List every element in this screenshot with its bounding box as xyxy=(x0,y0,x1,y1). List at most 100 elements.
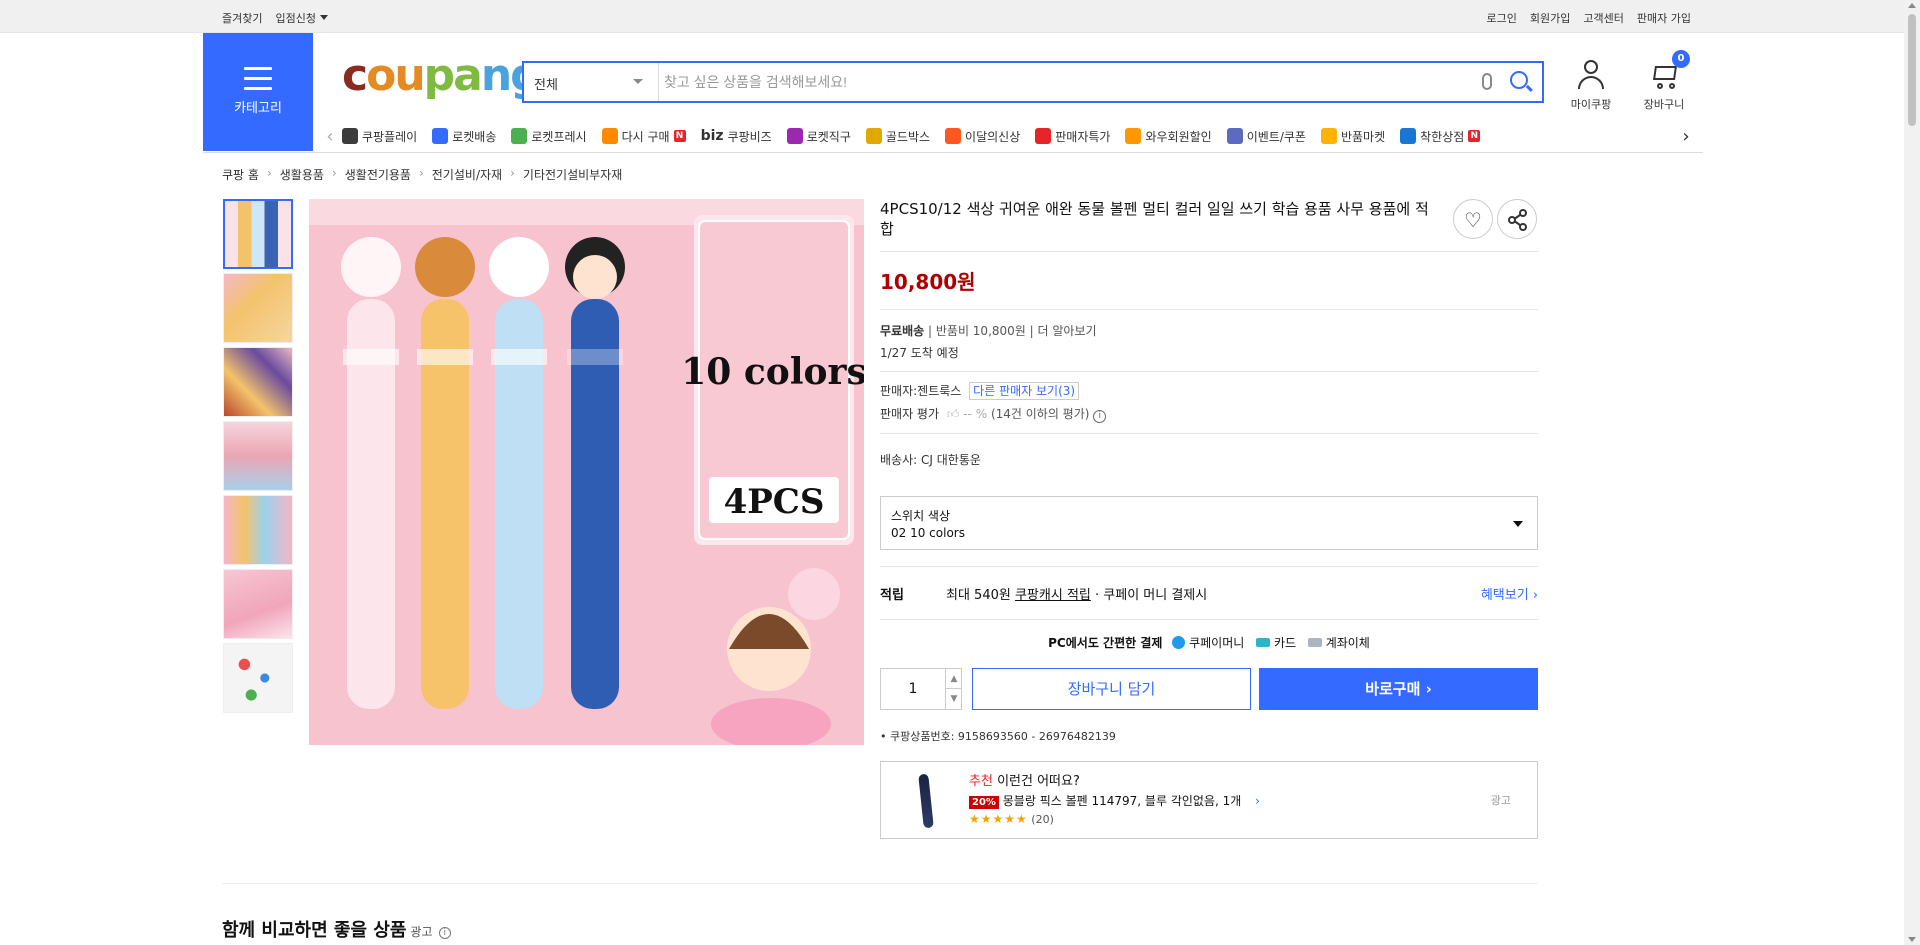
nav-next-arrow-icon[interactable]: › xyxy=(1674,126,1698,147)
coupang-logo[interactable]: coupang xyxy=(342,54,542,98)
info-icon[interactable]: i xyxy=(1093,410,1107,423)
search-icon[interactable] xyxy=(1510,71,1528,89)
rating-stars: ★★★★★ xyxy=(969,812,1028,826)
nav-item-icon xyxy=(945,128,962,144)
increase-arrow-icon[interactable]: ▲ xyxy=(945,669,962,689)
thumbnail-image[interactable] xyxy=(223,273,293,343)
customer-center-link[interactable]: 고객센터 xyxy=(1583,10,1623,26)
nav-item-label: 로켓프레시 xyxy=(531,129,587,144)
cart-label: 장바구니 xyxy=(1643,98,1685,111)
breadcrumb-item[interactable]: 생활전기용품 xyxy=(345,166,411,183)
recommend-title: 이런건 어떠요? xyxy=(997,774,1080,789)
nav-item[interactable]: 판매자특가 xyxy=(1035,128,1110,145)
card-icon xyxy=(1256,638,1271,647)
biz-icon: biz xyxy=(700,128,724,144)
divider xyxy=(880,619,1538,620)
thumbnail-image[interactable] xyxy=(223,199,293,269)
nav-item[interactable]: 이벤트/쿠폰 xyxy=(1226,128,1306,145)
nav-item[interactable]: 와우회원할인 xyxy=(1125,128,1212,145)
product-title: 4PCS10/12 색상 귀여운 애완 동물 볼펜 멀티 컬러 일일 쓰기 학습… xyxy=(880,200,1429,238)
nav-item[interactable]: 로켓직구 xyxy=(786,128,851,145)
free-shipping-label: 무료배송 xyxy=(880,324,925,338)
quantity-stepper: 1 ▲ ▼ xyxy=(880,668,962,710)
breadcrumb-item[interactable]: 전기설비/자재 xyxy=(432,166,502,183)
login-link[interactable]: 로그인 xyxy=(1487,10,1517,26)
nav-item[interactable]: 반품마켓 xyxy=(1320,128,1386,145)
nav-prev-arrow-icon[interactable]: ‹ xyxy=(318,126,342,147)
coupang-cash-link[interactable]: 쿠팡캐시 적립 xyxy=(1015,588,1091,603)
product-detail-panel: 4PCS10/12 색상 귀여운 애완 동물 볼펜 멀티 컬러 일일 쓰기 학습… xyxy=(880,199,1538,468)
thumbnail-image[interactable] xyxy=(223,347,293,417)
carrier-name: CJ 대한통운 xyxy=(921,453,981,467)
thumbnail-image[interactable] xyxy=(223,569,293,639)
decrease-arrow-icon[interactable]: ▼ xyxy=(945,689,962,709)
product-main-image[interactable]: 10 colors 4PCS xyxy=(309,199,864,745)
seller-name: 젠트룩스 xyxy=(917,384,962,398)
share-icon[interactable] xyxy=(1497,199,1537,239)
seller-signup-link[interactable]: 판매자 가입 xyxy=(1637,10,1691,26)
category-button[interactable]: 카테고리 xyxy=(203,33,313,151)
microphone-icon[interactable] xyxy=(1482,73,1492,90)
nav-item-label: 반품마켓 xyxy=(1340,129,1386,144)
nav-item-icon xyxy=(342,128,358,144)
scrollbar[interactable] xyxy=(1904,0,1920,945)
other-sellers-button[interactable]: 다른 판매자 보기(3) xyxy=(969,382,1080,400)
image-colors-text: 10 colors xyxy=(681,351,864,393)
seller-apply-link[interactable]: 입점신청 xyxy=(275,10,328,26)
info-icon[interactable]: i xyxy=(438,927,451,939)
mycoupang-label: 마이쿠팡 xyxy=(1570,98,1612,111)
nav-item[interactable]: 로켓배송 xyxy=(432,128,496,145)
divider xyxy=(880,566,1538,567)
search-category-select[interactable]: 전체 xyxy=(524,63,659,101)
reward-row: 적립 최대 540원 쿠팡캐시 적립 · 쿠페이 머니 결제시 혜택보기 › xyxy=(880,584,1538,603)
breadcrumb-item[interactable]: 기타전기설비부자재 xyxy=(523,166,622,183)
nav-item[interactable]: 로켓프레시 xyxy=(511,128,587,145)
nav-item[interactable]: 다시 구매 N xyxy=(601,128,686,145)
learn-more-link[interactable]: 더 알아보기 xyxy=(1038,324,1097,338)
breadcrumb-item[interactable]: 쿠팡 홈 xyxy=(222,166,259,183)
recommendation-card[interactable]: 추천 이런건 어떠요? 20% 몽블랑 픽스 볼펜 114797, 블루 각인없… xyxy=(880,761,1538,839)
nav-item[interactable]: 쿠팡플레이 xyxy=(342,128,417,145)
compare-section-title: 함께 비교하면 좋을 상품 광고 i xyxy=(222,916,451,942)
seller-label: 판매자: xyxy=(880,384,918,398)
nav-item[interactable]: biz 쿠팡비즈 xyxy=(701,128,772,145)
nav-item-label: 로켓배송 xyxy=(452,129,497,144)
chevron-right-icon: › xyxy=(1425,680,1432,698)
payment-method: 카드 xyxy=(1273,636,1297,650)
wishlist-heart-icon[interactable] xyxy=(1453,199,1493,239)
nav-item[interactable]: 이달의신상 xyxy=(945,128,1020,145)
nav-item[interactable]: 착한상점 N xyxy=(1400,128,1481,145)
image-pcs-text: 4PCS xyxy=(724,482,825,522)
cart-button[interactable]: 장바구니 xyxy=(1636,60,1692,112)
nav-item[interactable]: 골드박스 xyxy=(865,128,931,145)
bookmark-link[interactable]: 즐겨찾기 xyxy=(222,10,262,26)
add-to-cart-button[interactable]: 장바구니 담기 xyxy=(972,668,1251,710)
bullet-icon: • xyxy=(880,730,887,743)
quantity-input[interactable]: 1 xyxy=(881,669,945,709)
buy-now-button[interactable]: 바로구매 › xyxy=(1259,668,1538,710)
scrollbar-thumb xyxy=(1908,14,1916,126)
mycoupang-button[interactable]: 마이쿠팡 xyxy=(1563,60,1619,112)
product-image-illustration: 10 colors 4PCS xyxy=(309,199,864,745)
thumbnail-list xyxy=(223,199,293,717)
color-option-select[interactable]: 스위치 색상 02 10 colors xyxy=(880,496,1538,550)
breadcrumb-item[interactable]: 생활용품 xyxy=(280,166,324,183)
search-input[interactable] xyxy=(664,69,1464,95)
reward-label: 적립 xyxy=(880,588,904,603)
thumbnail-image[interactable] xyxy=(223,495,293,565)
top-utility-bar: 즐겨찾기 입점신청 로그인 회원가입 고객센터 판매자 가입 xyxy=(0,0,1904,33)
nav-item-label: 골드박스 xyxy=(885,129,931,144)
benefit-link[interactable]: 혜택보기 › xyxy=(1481,584,1538,603)
scroll-down-arrow-icon xyxy=(1908,937,1916,942)
service-nav: ‹ 쿠팡플레이 로켓배송 로켓프레시 다시 구매 N biz 쿠팡비즈 로켓직구 골드박스 이달의… xyxy=(318,123,1698,149)
cart-count-badge: 0 xyxy=(1672,50,1690,68)
search-bar: 전체 xyxy=(522,61,1544,103)
signup-link[interactable]: 회원가입 xyxy=(1530,10,1570,26)
thumbnail-image[interactable] xyxy=(223,643,293,713)
chevron-down-icon xyxy=(319,15,328,20)
carrier-label: 배송사: xyxy=(880,453,918,467)
nav-item-label: 착한상점 xyxy=(1420,129,1465,144)
chevron-right-icon[interactable]: › xyxy=(1255,794,1260,808)
thumbnail-image[interactable] xyxy=(223,421,293,491)
hamburger-icon xyxy=(244,67,272,90)
